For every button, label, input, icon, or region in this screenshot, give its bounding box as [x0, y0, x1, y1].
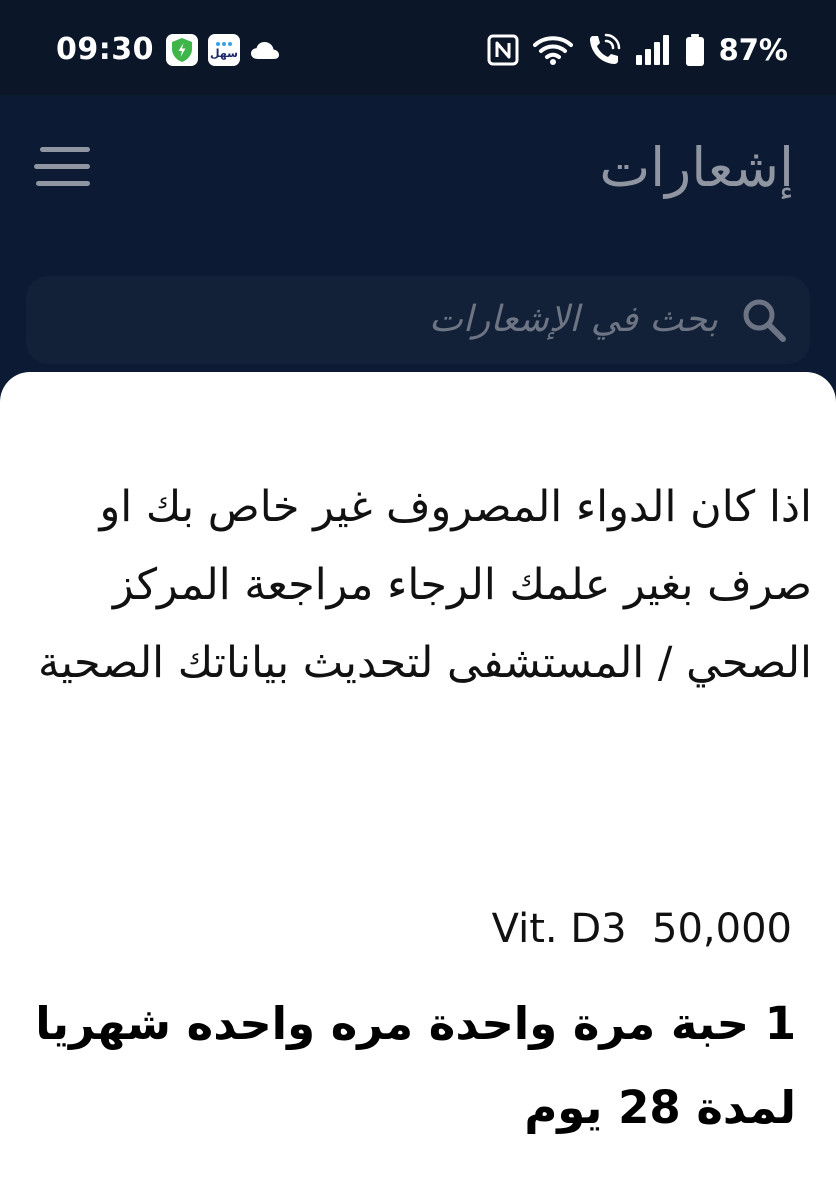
signal-icon — [635, 35, 669, 65]
search-icon[interactable] — [740, 296, 788, 344]
status-bar: 09:30 سهل 87% — [0, 0, 836, 95]
sahl-app-icon: سهل — [208, 34, 240, 66]
shield-icon — [166, 34, 198, 66]
wifi-icon — [532, 36, 573, 65]
status-system-icons: 87% — [487, 30, 788, 70]
search-placeholder: بحث في الإشعارات — [428, 299, 718, 340]
medication-name: Vit. D3 50,000 — [491, 906, 792, 952]
status-notification-icons: سهل — [166, 34, 280, 66]
notification-detail-sheet: اذا كان الدواء المصروف غير خاص بك او صرف… — [0, 372, 836, 1200]
battery-level: 87% — [718, 33, 788, 67]
status-time: 09:30 — [56, 32, 154, 67]
notification-message: اذا كان الدواء المصروف غير خاص بك او صرف… — [38, 482, 812, 688]
sahl-label: سهل — [210, 46, 238, 60]
search-input[interactable]: بحث في الإشعارات — [26, 276, 810, 364]
app-header: إشعارات بحث في الإشعارات — [0, 95, 836, 375]
menu-icon[interactable] — [32, 143, 96, 191]
cloud-icon — [251, 42, 279, 59]
nfc-icon — [487, 34, 519, 66]
dosage-instructions: 1 حبة مرة واحدة مره واحده شهريا لمدة 28 … — [35, 997, 796, 1134]
page-title: إشعارات — [599, 136, 794, 199]
battery-icon — [685, 34, 704, 66]
wifi-call-icon — [589, 33, 620, 64]
